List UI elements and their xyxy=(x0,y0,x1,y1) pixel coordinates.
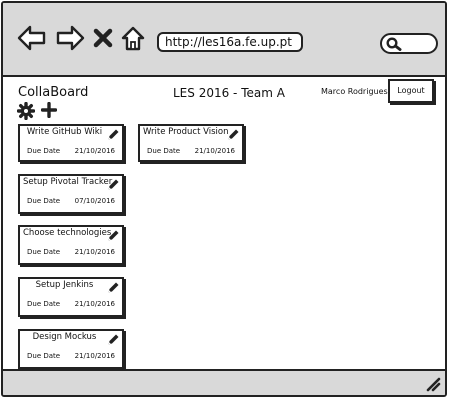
card-title: Write GitHub Wiki xyxy=(26,127,103,137)
due-date-label: Due Date xyxy=(147,147,181,155)
task-card[interactable]: Choose technologies Due Date 21/10/2016 xyxy=(18,225,124,265)
forward-arrow-icon[interactable] xyxy=(55,25,85,51)
back-arrow-icon[interactable] xyxy=(17,25,47,51)
logout-button[interactable]: Logout xyxy=(388,79,434,103)
card-title: Design Mockus xyxy=(32,332,97,342)
status-bar xyxy=(3,369,445,395)
due-date-value: 21/10/2016 xyxy=(74,300,115,308)
due-date-value: 21/10/2016 xyxy=(74,352,115,360)
due-date-value: 07/10/2016 xyxy=(74,197,115,205)
page-content: CollaBoard LES 2016 - Team A Marco Rodri… xyxy=(3,77,445,369)
search-field[interactable] xyxy=(380,33,438,54)
task-card[interactable]: Setup Pivotal Tracker Due Date 07/10/201… xyxy=(18,174,124,214)
due-date-label: Due Date xyxy=(27,147,61,155)
task-card[interactable]: Write Product Vision Due Date 21/10/2016 xyxy=(138,124,244,162)
due-date-value: 21/10/2016 xyxy=(194,147,235,155)
gear-icon[interactable] xyxy=(17,102,35,120)
task-card[interactable]: Write GitHub Wiki Due Date 21/10/2016 xyxy=(18,124,124,162)
home-icon[interactable] xyxy=(120,25,146,51)
due-date-label: Due Date xyxy=(27,300,61,308)
due-date-label: Due Date xyxy=(27,248,61,256)
task-card[interactable]: Setup Jenkins Due Date 21/10/2016 xyxy=(18,277,124,317)
pencil-icon[interactable] xyxy=(107,281,120,294)
team-title: LES 2016 - Team A xyxy=(173,86,285,100)
address-bar[interactable]: http://les16a.fe.up.pt xyxy=(157,32,303,52)
pencil-icon[interactable] xyxy=(107,229,120,242)
task-card[interactable]: Design Mockus Due Date 21/10/2016 xyxy=(18,329,124,369)
browser-toolbar: http://les16a.fe.up.pt xyxy=(3,3,445,77)
user-name: Marco Rodrigues xyxy=(321,87,388,96)
card-title: Setup Pivotal Tracker xyxy=(23,177,113,187)
due-date-value: 21/10/2016 xyxy=(74,248,115,256)
plus-icon[interactable] xyxy=(41,102,57,118)
search-icon xyxy=(386,37,402,51)
card-title: Setup Jenkins xyxy=(35,280,94,290)
card-title: Write Product Vision xyxy=(143,127,229,137)
close-x-icon[interactable] xyxy=(93,28,113,48)
browser-window: http://les16a.fe.up.pt CollaBoard LES 20… xyxy=(1,1,447,397)
due-date-label: Due Date xyxy=(27,352,61,360)
app-title: CollaBoard xyxy=(18,85,89,100)
due-date-label: Due Date xyxy=(27,197,61,205)
resize-handle-icon[interactable] xyxy=(425,376,441,392)
pencil-icon[interactable] xyxy=(107,128,120,141)
card-title: Choose technologies xyxy=(23,228,112,238)
pencil-icon[interactable] xyxy=(227,128,240,141)
pencil-icon[interactable] xyxy=(107,178,120,191)
pencil-icon[interactable] xyxy=(107,333,120,346)
due-date-value: 21/10/2016 xyxy=(74,147,115,155)
